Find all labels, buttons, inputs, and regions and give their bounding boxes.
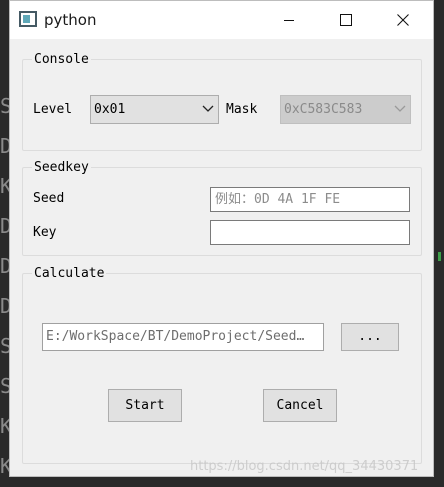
key-label: Key [33,225,57,240]
browse-button[interactable]: ... [341,323,399,351]
minimize-icon [284,20,294,21]
seed-label: Seed [33,191,65,206]
watermark-url: https://blog.csdn.net/qq_34430371 [190,459,419,474]
maximize-icon [340,14,352,26]
chevron-down-icon [202,105,214,112]
calculate-group-title: Calculate [32,266,107,282]
minimize-button[interactable] [266,1,312,39]
start-button[interactable]: Start [108,389,182,422]
seedkey-group-title: Seedkey [32,160,91,176]
python-dialog-window: python Console Level 0x01 Mask 0xC583C58… [9,0,434,477]
window-title: python [44,11,97,29]
seed-input-placeholder: 例如：0D 4A 1F FE [215,192,341,207]
cancel-button[interactable]: Cancel [263,389,337,422]
app-window-icon [19,11,37,27]
mask-dropdown[interactable]: 0xC583C583 [280,95,411,124]
app-window-icon-pane [23,15,30,23]
level-dropdown-value: 0x01 [94,102,126,117]
mask-label: Mask [226,102,258,117]
chevron-down-icon [394,105,406,112]
key-input[interactable] [210,220,410,245]
close-icon [397,14,409,26]
level-dropdown[interactable]: 0x01 [90,95,219,124]
close-button[interactable] [380,1,426,39]
mask-dropdown-value: 0xC583C583 [284,102,363,117]
file-path-input[interactable]: E:/WorkSpace/BT/DemoProject/Seed… [42,323,324,351]
title-bar[interactable]: python [10,1,433,39]
file-path-value: E:/WorkSpace/BT/DemoProject/Seed… [46,329,305,344]
console-group-title: Console [32,52,91,68]
desktop-backdrop: SDKDDDSSKK python Console Level 0x01 Mas… [0,0,444,487]
seed-input[interactable]: 例如：0D 4A 1F FE [210,187,410,212]
maximize-button[interactable] [323,1,369,39]
calculate-group [22,273,422,464]
background-editor-marker [438,252,441,261]
level-label: Level [33,102,73,117]
